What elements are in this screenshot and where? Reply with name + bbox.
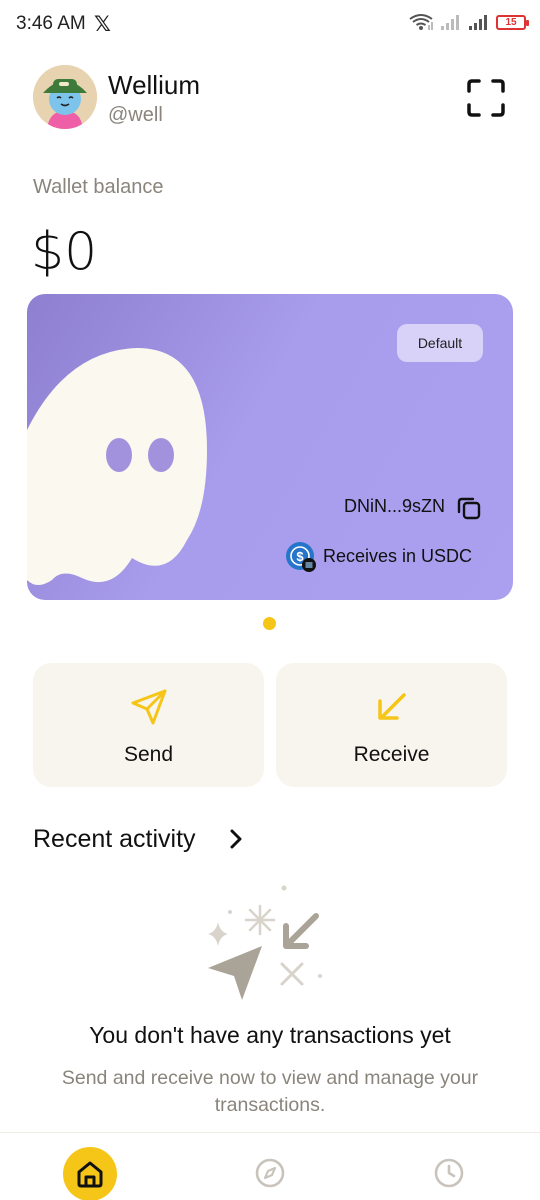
usdc-icon: $ (286, 542, 316, 572)
compass-icon[interactable] (254, 1157, 286, 1189)
balance-amount: $0 (31, 222, 98, 282)
empty-transactions-illustration (208, 885, 322, 1000)
recent-activity-title[interactable]: Recent activity (33, 825, 196, 854)
x-logo-icon: 𝕏 (94, 13, 111, 36)
receives-label: Receives in USDC (323, 546, 473, 566)
ghost-illustration (27, 348, 207, 585)
history-icon[interactable] (433, 1157, 465, 1189)
avatar-image (33, 65, 97, 129)
status-time: 3:46 AM (16, 13, 86, 34)
default-badge: Default (397, 324, 483, 362)
receive-button[interactable]: Receive (276, 663, 507, 787)
receive-label: Receive (353, 743, 430, 766)
arrow-down-left-icon (377, 693, 406, 720)
wallet-address: DNiN...9sZN (343, 496, 445, 516)
status-bar: 3:46 AM 𝕏 15 (0, 0, 540, 50)
chevron-right-icon[interactable] (226, 826, 246, 852)
send-icon (131, 689, 166, 725)
wallet-card[interactable]: Default DNiN...9sZN $ Receives in USDC (27, 294, 513, 600)
send-label: Send (123, 743, 174, 766)
copy-icon[interactable] (455, 494, 483, 522)
empty-state-subtitle: Send and receive now to view and manage … (61, 1067, 479, 1116)
carousel-indicator (263, 617, 276, 630)
empty-state-title: You don't have any transactions yet (89, 1022, 451, 1048)
avatar[interactable] (33, 65, 97, 129)
bottom-navigation (0, 1132, 540, 1200)
send-button[interactable]: Send (33, 663, 264, 787)
profile-name: Wellium (108, 70, 200, 100)
status-icons: 15 (408, 12, 529, 32)
signal-icon-2 (469, 15, 487, 30)
scan-qr-icon[interactable] (466, 78, 506, 118)
wifi-icon (409, 14, 433, 30)
battery-icon: 15 (496, 14, 529, 30)
home-icon (77, 1161, 103, 1188)
signal-icon (441, 15, 459, 30)
balance-label: Wallet balance (33, 176, 164, 198)
nav-home[interactable] (63, 1147, 117, 1200)
profile-handle: @well (108, 104, 163, 126)
